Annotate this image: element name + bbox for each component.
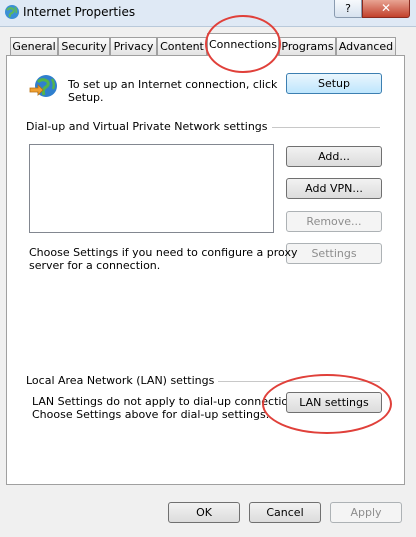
help-button[interactable]: ? [334,0,362,18]
settings-button[interactable]: Settings [286,243,382,264]
tab-programs[interactable]: Programs [279,37,336,55]
close-button[interactable]: ✕ [362,0,410,18]
setup-button[interactable]: Setup [286,73,382,94]
apply-button[interactable]: Apply [330,502,402,523]
dialup-note-line1: Choose Settings if you need to configure… [29,246,298,259]
dialup-group-label: Dial-up and Virtual Private Network sett… [26,120,272,133]
setup-text-line1: To set up an Internet connection, click [68,78,278,91]
lan-text-line2: Choose Settings above for dial-up settin… [32,408,270,421]
ok-button[interactable]: OK [168,502,240,523]
tab-privacy[interactable]: Privacy [110,37,157,55]
lan-group-label: Local Area Network (LAN) settings [26,374,219,387]
cancel-button[interactable]: Cancel [249,502,321,523]
lan-settings-highlight [262,374,392,434]
connections-list[interactable] [29,144,274,233]
remove-button[interactable]: Remove... [286,211,382,232]
internet-globe-icon [5,5,19,19]
setup-text-line2: Setup. [68,91,104,104]
dialup-note-line2: server for a connection. [29,259,161,272]
connections-tab-highlight [205,15,281,73]
tab-content[interactable]: Content [157,37,207,55]
add-button[interactable]: Add... [286,146,382,167]
add-vpn-button[interactable]: Add VPN... [286,178,382,199]
network-globe-icon [29,75,57,97]
tab-general[interactable]: General [10,37,58,55]
window-title: Internet Properties [23,5,136,19]
tab-security[interactable]: Security [58,37,110,55]
tab-advanced[interactable]: Advanced [336,37,396,55]
